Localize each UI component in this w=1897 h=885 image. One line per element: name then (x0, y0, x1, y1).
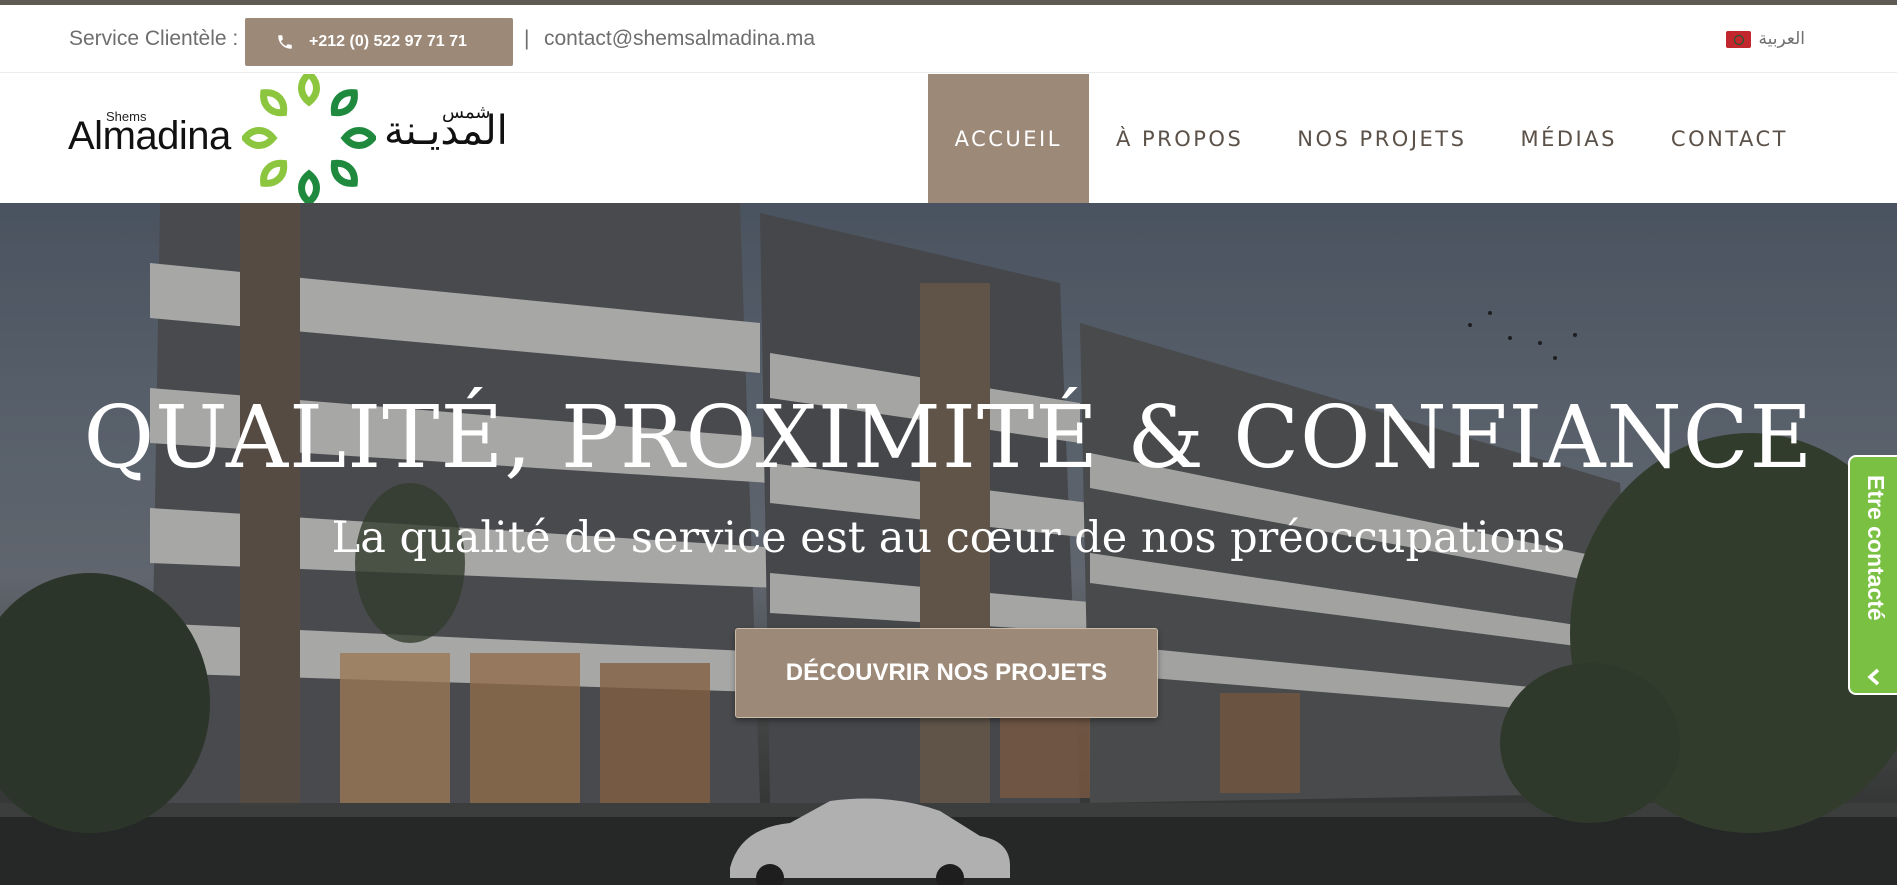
topbar: Service Clientèle : +212 (0) 522 97 71 7… (0, 5, 1897, 73)
main-nav: ACCUEIL À PROPOS NOS PROJETS MÉDIAS CONT… (927, 74, 1815, 203)
phone-icon (278, 35, 292, 49)
logo-flower-icon (242, 74, 376, 203)
nav-item-medias[interactable]: MÉDIAS (1493, 74, 1643, 203)
language-label: العربية (1758, 29, 1805, 48)
hero-subtitle: La qualité de service est au cœur de nos… (331, 513, 1566, 563)
nav-item-a-propos[interactable]: À PROPOS (1089, 74, 1270, 203)
nav-item-contact[interactable]: CONTACT (1644, 74, 1815, 203)
morocco-flag-icon (1725, 30, 1751, 48)
phone-number: +212 (0) 522 97 71 71 (309, 33, 467, 50)
contact-me-label: Etre contacté (1863, 475, 1889, 621)
header: Shems Almadina شمس المديـنة ACCUEIL À PR… (0, 74, 1897, 203)
nav-item-accueil[interactable]: ACCUEIL (927, 74, 1089, 203)
discover-projects-button[interactable]: DÉCOUVRIR NOS PROJETS (735, 628, 1158, 718)
hero-banner: QUALITÉ, PROXIMITÉ & CONFIANCE La qualit… (0, 203, 1897, 885)
contact-me-tab[interactable]: Etre contacté (1848, 455, 1897, 695)
email-link[interactable]: contact@shemsalmadina.ma (544, 27, 815, 51)
hero-title: QUALITÉ, PROXIMITÉ & CONFIANCE (83, 388, 1814, 488)
phone-button[interactable]: +212 (0) 522 97 71 71 (245, 18, 513, 66)
separator: | (524, 27, 530, 50)
logo[interactable]: Shems Almadina شمس المديـنة (68, 74, 528, 203)
nav-item-nos-projets[interactable]: NOS PROJETS (1270, 74, 1493, 203)
service-label: Service Clientèle : (69, 27, 239, 50)
language-switch[interactable]: العربية (1725, 29, 1805, 49)
logo-latin-text: Almadina (68, 114, 231, 158)
logo-arabic-text: المديـنة (384, 108, 508, 154)
chevron-left-icon (1867, 668, 1880, 686)
